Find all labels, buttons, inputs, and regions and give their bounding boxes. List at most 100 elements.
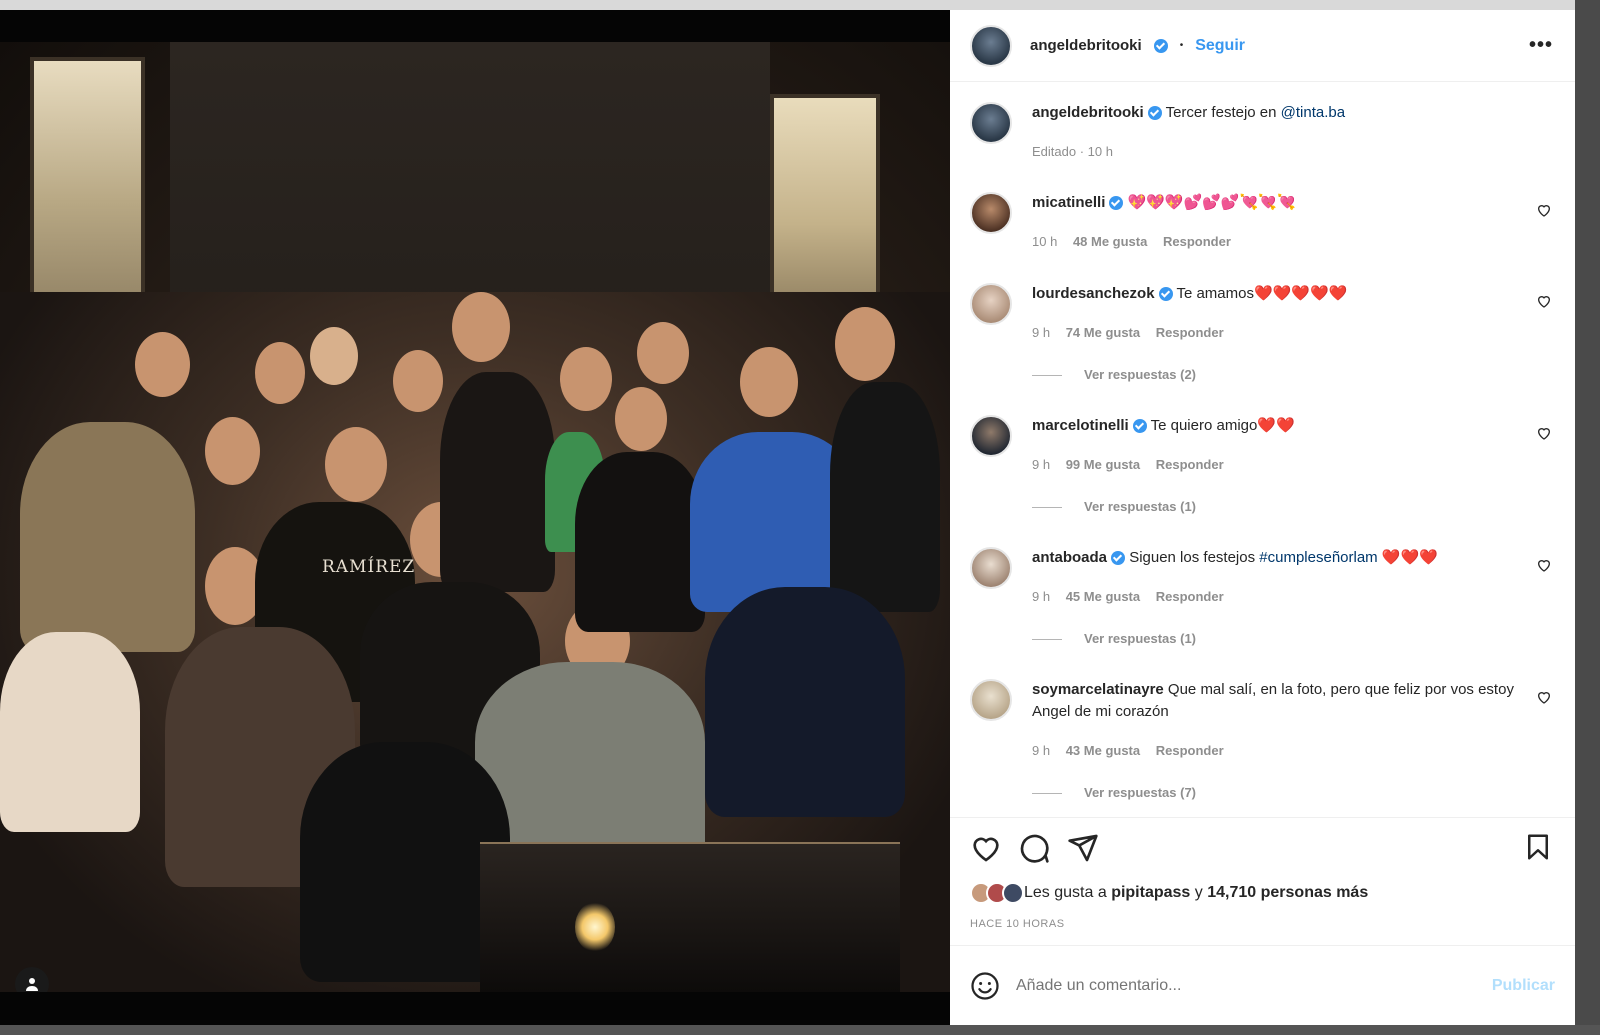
comment-body: Siguen los festejos — [1129, 549, 1256, 566]
photo-face — [835, 307, 895, 381]
photo-face — [393, 350, 443, 412]
likes-joiner: y — [1194, 884, 1203, 901]
like-comment-icon[interactable] — [1536, 689, 1552, 705]
verified-icon — [1109, 196, 1124, 211]
post-header: angeldebritooki • Seguir ••• — [950, 10, 1575, 82]
comment-item: antaboada Siguen los festejos #cumpleseñ… — [970, 547, 1560, 657]
view-replies-label: Ver respuestas (2) — [1084, 367, 1197, 382]
author-avatar[interactable] — [970, 24, 1012, 67]
comment-username[interactable]: lourdesanchezok — [1032, 285, 1155, 302]
comment-username[interactable]: antaboada — [1032, 549, 1107, 566]
save-bookmark-icon[interactable] — [1523, 832, 1553, 862]
add-comment-bar: Publicar — [950, 945, 1575, 1025]
photo-candle — [575, 902, 615, 952]
like-comment-icon[interactable] — [1536, 557, 1552, 573]
comment-emoji: ❤️❤️❤️❤️❤️ — [1253, 285, 1348, 302]
share-icon[interactable] — [1067, 832, 1099, 864]
verified-icon — [1132, 419, 1147, 434]
commenter-avatar[interactable] — [970, 283, 1012, 325]
reply-button[interactable]: Responder — [1156, 457, 1224, 472]
comment-text: antaboada Siguen los festejos #cumpleseñ… — [1032, 547, 1532, 569]
comment-hashtag[interactable]: #cumpleseñorlam — [1259, 549, 1377, 566]
author-username[interactable]: angeldebritooki — [1030, 37, 1142, 54]
like-icon[interactable] — [970, 832, 1002, 864]
view-replies-label: Ver respuestas (1) — [1084, 631, 1197, 646]
comment-emoji: ❤️❤️❤️ — [1381, 549, 1438, 566]
photo-face — [255, 342, 305, 404]
comment-time: 9 h — [1032, 743, 1051, 758]
comment-username[interactable]: soymarcelatinayre — [1032, 681, 1164, 698]
reply-button[interactable]: Responder — [1156, 325, 1224, 340]
post-media[interactable]: RAMÍREZ — [0, 10, 950, 1025]
comment-likes[interactable]: 74 Me gusta — [1066, 325, 1140, 340]
like-comment-icon[interactable] — [1536, 425, 1552, 441]
replies-divider — [1032, 639, 1062, 641]
likes-summary[interactable]: Les gusta a pipitapass y 14,710 personas… — [970, 882, 1368, 904]
publish-button[interactable]: Publicar — [1492, 977, 1555, 995]
reply-button[interactable]: Responder — [1156, 743, 1224, 758]
view-replies-button[interactable]: Ver respuestas (7) — [1032, 785, 1196, 800]
user-icon — [26, 978, 38, 991]
view-replies-button[interactable]: Ver respuestas (1) — [1032, 499, 1196, 514]
comment-meta: 10 h 48 Me gusta Responder — [1032, 234, 1231, 249]
replies-divider — [1032, 793, 1062, 795]
verified-icon — [1158, 287, 1173, 302]
photo-body — [575, 452, 705, 632]
like-comment-icon[interactable] — [1536, 202, 1552, 218]
commenter-avatar[interactable] — [970, 415, 1012, 457]
photo-face — [637, 322, 689, 384]
replies-divider — [1032, 375, 1062, 377]
comment-input[interactable] — [1016, 976, 1492, 995]
photo-body — [705, 587, 905, 817]
comment-likes[interactable]: 45 Me gusta — [1066, 589, 1140, 604]
caption-username[interactable]: angeldebritooki — [1032, 104, 1144, 121]
photo-face — [310, 327, 358, 385]
background-page-strip — [0, 0, 1600, 10]
photo-body — [830, 382, 940, 612]
comment-text: soymarcelatinayre Que mal salí, en la fo… — [1032, 679, 1532, 723]
photo-body — [300, 742, 510, 982]
caption-mention[interactable]: @tinta.ba — [1281, 104, 1345, 121]
comment-meta: 9 h 45 Me gusta Responder — [1032, 589, 1224, 604]
likes-count[interactable]: 14,710 personas más — [1207, 884, 1368, 902]
author-avatar[interactable] — [970, 102, 1012, 144]
comment-likes[interactable]: 43 Me gusta — [1066, 743, 1140, 758]
comment-emoji: ❤️❤️ — [1257, 417, 1295, 434]
commenter-avatar[interactable] — [970, 547, 1012, 589]
caption-text: angeldebritooki Tercer festejo en @tinta… — [1032, 102, 1532, 124]
comment-item: marcelotinelli Te quiero amigo❤️❤️ 9 h 9… — [970, 415, 1560, 525]
comment-meta: 9 h 43 Me gusta Responder — [1032, 743, 1224, 758]
more-options-icon[interactable]: ••• — [1529, 34, 1553, 57]
reply-button[interactable]: Responder — [1156, 589, 1224, 604]
commenter-avatar[interactable] — [970, 192, 1012, 234]
comments-list[interactable]: angeldebritooki Tercer festejo en @tinta… — [950, 82, 1575, 817]
liker-avatars — [970, 882, 1024, 904]
comment-likes[interactable]: 99 Me gusta — [1066, 457, 1140, 472]
verified-icon — [1111, 551, 1126, 566]
follow-button[interactable]: Seguir — [1195, 37, 1245, 55]
like-comment-icon[interactable] — [1536, 293, 1552, 309]
verified-icon — [1153, 38, 1168, 53]
comment-text: marcelotinelli Te quiero amigo❤️❤️ — [1032, 415, 1532, 437]
comment-likes[interactable]: 48 Me gusta — [1073, 234, 1147, 249]
photo-face — [325, 427, 387, 502]
comment-username[interactable]: micatinelli — [1032, 194, 1105, 211]
caption-meta: Editado · 10 h — [1032, 144, 1113, 159]
emoji-icon[interactable] — [970, 971, 1000, 1001]
comment-icon[interactable] — [1018, 832, 1050, 864]
comment-item: lourdesanchezok Te amamos❤️❤️❤️❤️❤️ 9 h … — [970, 283, 1560, 393]
commenter-avatar[interactable] — [970, 679, 1012, 721]
comment-username[interactable]: marcelotinelli — [1032, 417, 1129, 434]
likes-user[interactable]: pipitapass — [1111, 884, 1190, 902]
photo-shirt-text: RAMÍREZ — [322, 557, 416, 577]
reply-button[interactable]: Responder — [1163, 234, 1231, 249]
photo-face — [452, 292, 510, 362]
post-timestamp: HACE 10 HORAS — [970, 918, 1065, 930]
comment-time: 9 h — [1032, 589, 1051, 604]
photo-face — [560, 347, 612, 411]
post-actions: Les gusta a pipitapass y 14,710 personas… — [950, 817, 1575, 945]
view-replies-button[interactable]: Ver respuestas (1) — [1032, 631, 1196, 646]
background-page-strip-right — [1575, 0, 1600, 1035]
view-replies-label: Ver respuestas (1) — [1084, 499, 1197, 514]
view-replies-button[interactable]: Ver respuestas (2) — [1032, 367, 1196, 382]
